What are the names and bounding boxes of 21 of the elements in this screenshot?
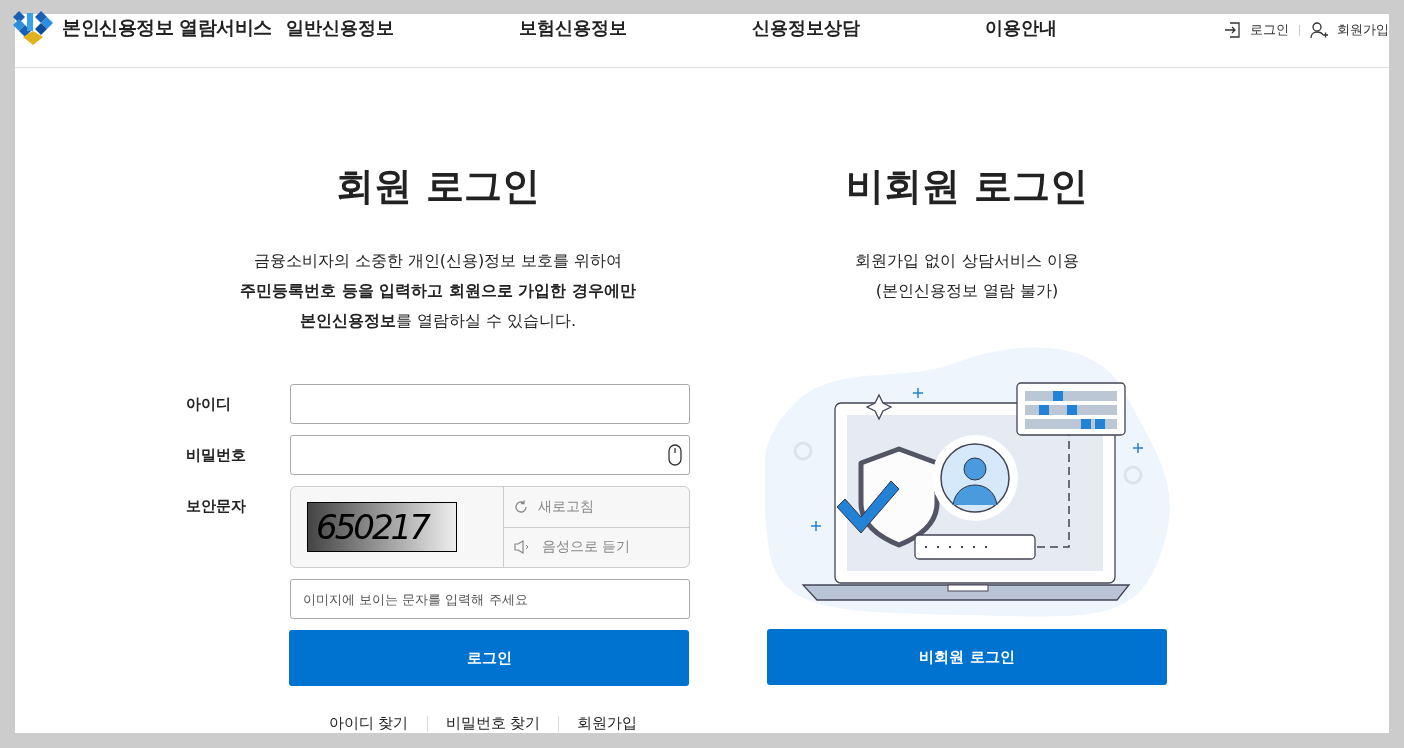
account-link[interactable]: 비밀번호 찾기 (445, 714, 541, 733)
nav-tab[interactable]: 이용안내 (985, 14, 1057, 40)
captcha-input-field[interactable]: 이미지에 보이는 문자를 입력해 주세요 (290, 579, 690, 619)
nav-tab[interactable]: 보험신용정보 (519, 14, 627, 40)
account-link[interactable]: 회원가입 (577, 714, 638, 733)
guest-login-button[interactable]: 비회원 로그인 (767, 629, 1167, 685)
section-title: 비회원 로그인 (845, 163, 1089, 210)
field-label: 비밀번호 (185, 445, 247, 466)
site-title: 본인신용정보 열람서비스 (62, 15, 272, 40)
section-title: 회원 로그인 (335, 163, 541, 210)
section-description: 금융소비자의 소중한 개인(신용)정보 보호를 위하여 주민등록번호 등을 입력하고 회원으로 가입한 경우에만 본인신용정보를 열람하실 수 있습니다. (239, 250, 637, 332)
field-label: 아이디 (185, 394, 232, 415)
account-link[interactable]: 아이디 찾기 (328, 714, 409, 733)
nav-tab[interactable]: 신용정보상담 (752, 14, 860, 40)
login-button[interactable]: 로그인 (289, 630, 689, 686)
nav-tab[interactable]: 일반신용정보 (286, 14, 394, 40)
field-label: 보안문자 (185, 496, 247, 517)
section-description: 회원가입 없이 상담서비스 이용 (본인신용정보 열람 불가) (854, 250, 1080, 302)
header-link[interactable]: 로그인 (1250, 21, 1289, 39)
header-link[interactable]: 회원가입 (1337, 21, 1389, 39)
captcha-image: 650217 (307, 502, 457, 552)
